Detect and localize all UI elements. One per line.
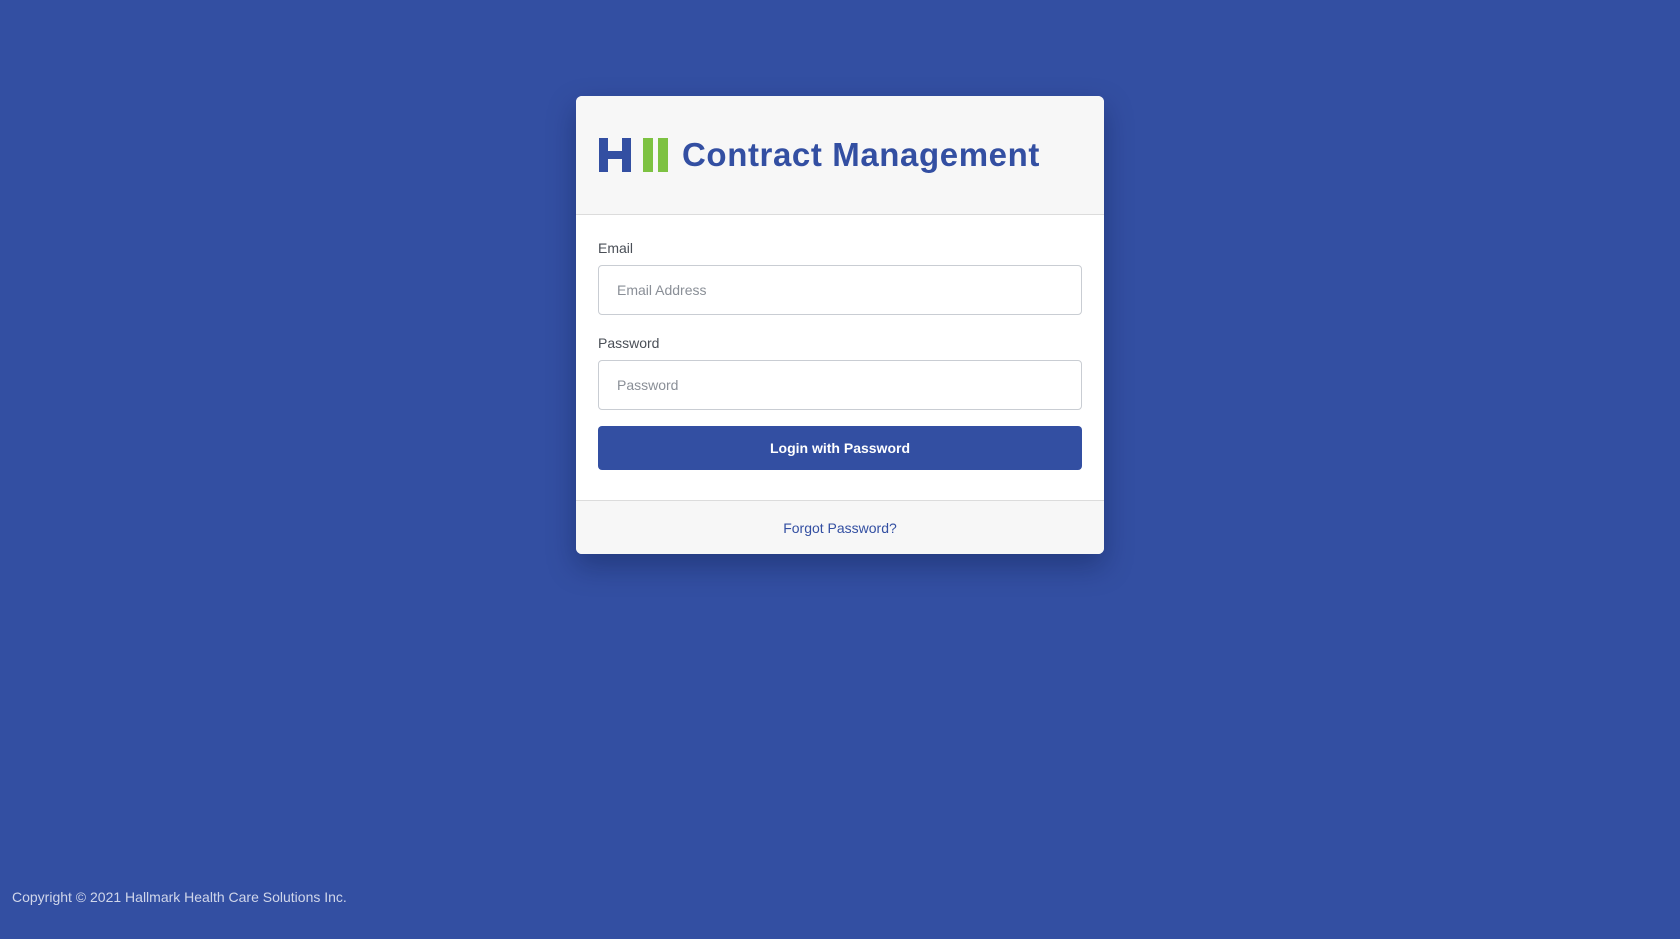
login-card-footer: Forgot Password? xyxy=(576,500,1104,554)
app-title: Contract Management xyxy=(682,136,1040,173)
copyright-text: Copyright © 2021 Hallmark Health Care So… xyxy=(12,889,347,905)
login-card-header: Contract Management xyxy=(576,96,1104,215)
password-input[interactable] xyxy=(598,360,1082,410)
login-card: Contract Management Email Password Login… xyxy=(576,96,1104,554)
logo-green-bars xyxy=(643,138,668,172)
app-logo: Contract Management xyxy=(599,135,1040,175)
email-label: Email xyxy=(598,240,634,256)
logo-h-letter xyxy=(599,138,631,172)
email-input[interactable] xyxy=(598,265,1082,315)
password-label: Password xyxy=(598,335,660,351)
email-field-group: Email xyxy=(598,240,1082,315)
login-button[interactable]: Login with Password xyxy=(598,426,1082,470)
forgot-password-link[interactable]: Forgot Password? xyxy=(783,520,897,536)
login-form: Email Password Login with Password xyxy=(576,215,1104,500)
hhs-logo-icon xyxy=(599,138,668,172)
login-page: { "header": { "app_title": "Contract Man… xyxy=(0,0,1680,939)
password-field-group: Password xyxy=(598,335,1082,410)
